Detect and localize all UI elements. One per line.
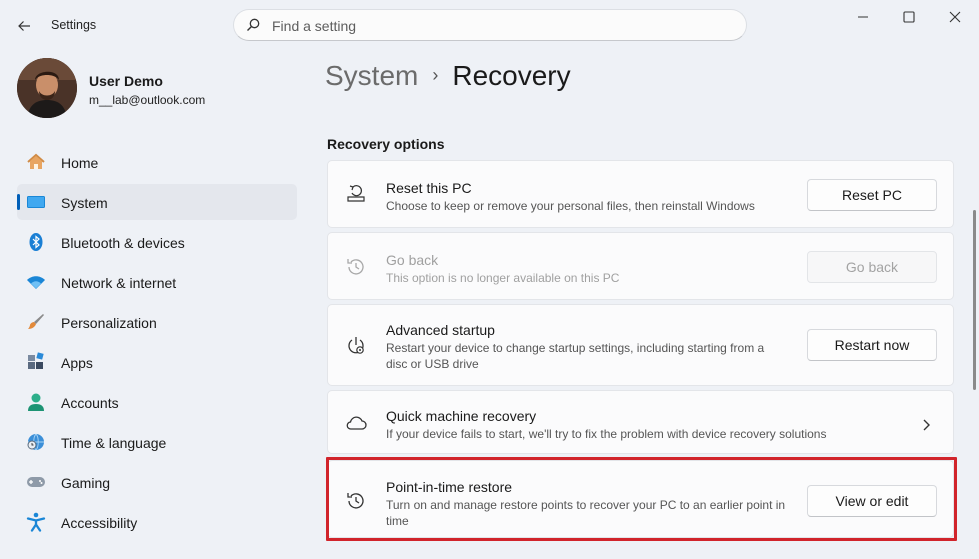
card-description: Restart your device to change startup se… — [386, 341, 765, 371]
sidebar-item-bluetooth[interactable]: Bluetooth & devices — [17, 224, 297, 260]
home-icon — [27, 153, 45, 169]
sidebar-item-accounts[interactable]: Accounts — [17, 384, 297, 420]
bluetooth-icon — [29, 233, 43, 251]
sidebar-item-label: Time & language — [61, 435, 167, 451]
reset-pc-button[interactable]: Reset PC — [807, 179, 937, 211]
sidebar-item-label: Gaming — [61, 475, 111, 491]
sidebar-item-gaming[interactable]: Gaming — [17, 464, 297, 500]
section-title: Recovery options — [327, 136, 445, 152]
search-box[interactable] — [233, 9, 747, 41]
minimize-icon — [858, 16, 868, 18]
card-description: Choose to keep or remove your personal f… — [386, 199, 755, 213]
card-title: Go back — [386, 252, 439, 268]
sidebar-item-network[interactable]: Network & internet — [17, 264, 297, 300]
breadcrumb-parent[interactable]: System — [325, 60, 418, 91]
sidebar-nav: Home System Bluetooth & devices Network … — [17, 144, 297, 544]
apps-icon — [28, 352, 44, 369]
highlight-box — [326, 457, 957, 541]
gamepad-icon — [27, 477, 45, 487]
search-input[interactable] — [272, 16, 732, 36]
reset-pc-card: Reset this PC Choose to keep or remove y… — [327, 160, 954, 228]
back-button[interactable] — [10, 12, 38, 40]
sidebar-item-label: Personalization — [61, 315, 157, 331]
card-description: This option is no longer available on th… — [386, 271, 620, 285]
system-icon — [27, 196, 45, 208]
accounts-icon — [28, 393, 44, 411]
breadcrumb-separator: › — [432, 65, 439, 85]
history-icon — [347, 259, 364, 275]
title-bar: Settings — [0, 0, 979, 50]
chevron-right-icon — [923, 419, 930, 431]
avatar[interactable] — [17, 58, 77, 118]
breadcrumb: System › Recovery — [325, 60, 571, 92]
sidebar-item-system[interactable]: System — [17, 184, 297, 220]
sidebar-item-home[interactable]: Home — [17, 144, 297, 180]
sidebar-item-accessibility[interactable]: Accessibility — [17, 504, 297, 540]
card-description: If your device fails to start, we'll try… — [386, 427, 827, 441]
globe-clock-icon — [27, 433, 44, 451]
maximize-button[interactable] — [889, 5, 929, 29]
app-title: Settings — [51, 18, 97, 32]
reset-pc-icon — [347, 185, 365, 202]
close-button[interactable] — [935, 5, 975, 29]
sidebar-item-label: Apps — [61, 355, 93, 371]
wifi-icon — [27, 276, 45, 289]
advanced-startup-card: Advanced startup Restart your device to … — [327, 304, 954, 386]
sidebar-item-apps[interactable]: Apps — [17, 344, 297, 380]
scrollbar[interactable] — [973, 210, 976, 390]
card-title: Reset this PC — [386, 180, 472, 196]
sidebar-item-label: Network & internet — [61, 275, 177, 291]
cloud-icon — [346, 416, 367, 430]
user-email: m__lab@outlook.com — [89, 93, 206, 107]
restart-now-button[interactable]: Restart now — [807, 329, 937, 361]
sidebar-item-label: Home — [61, 155, 99, 171]
user-avatar-icon — [17, 58, 77, 118]
accessibility-icon — [26, 512, 46, 532]
maximize-icon — [903, 11, 915, 23]
go-back-button[interactable]: Go back — [807, 251, 937, 283]
card-title: Quick machine recovery — [386, 408, 537, 424]
close-icon — [949, 11, 961, 23]
brush-icon — [28, 314, 44, 329]
sidebar-item-label: System — [61, 195, 108, 211]
card-title: Advanced startup — [386, 322, 495, 338]
advanced-startup-icon — [348, 337, 364, 354]
sidebar-item-label: Bluetooth & devices — [61, 235, 185, 251]
search-icon — [247, 18, 260, 31]
user-name: User Demo — [89, 73, 163, 89]
sidebar-item-label: Accessibility — [61, 515, 138, 531]
page-title: Recovery — [452, 60, 571, 91]
quick-machine-recovery-card[interactable]: Quick machine recovery If your device fa… — [327, 390, 954, 454]
sidebar-item-label: Accounts — [61, 395, 119, 411]
back-arrow-icon — [18, 21, 30, 31]
sidebar-item-time-language[interactable]: Time & language — [17, 424, 297, 460]
go-back-card: Go back This option is no longer availab… — [327, 232, 954, 300]
minimize-button[interactable] — [843, 5, 883, 29]
sidebar-item-personalization[interactable]: Personalization — [17, 304, 297, 340]
